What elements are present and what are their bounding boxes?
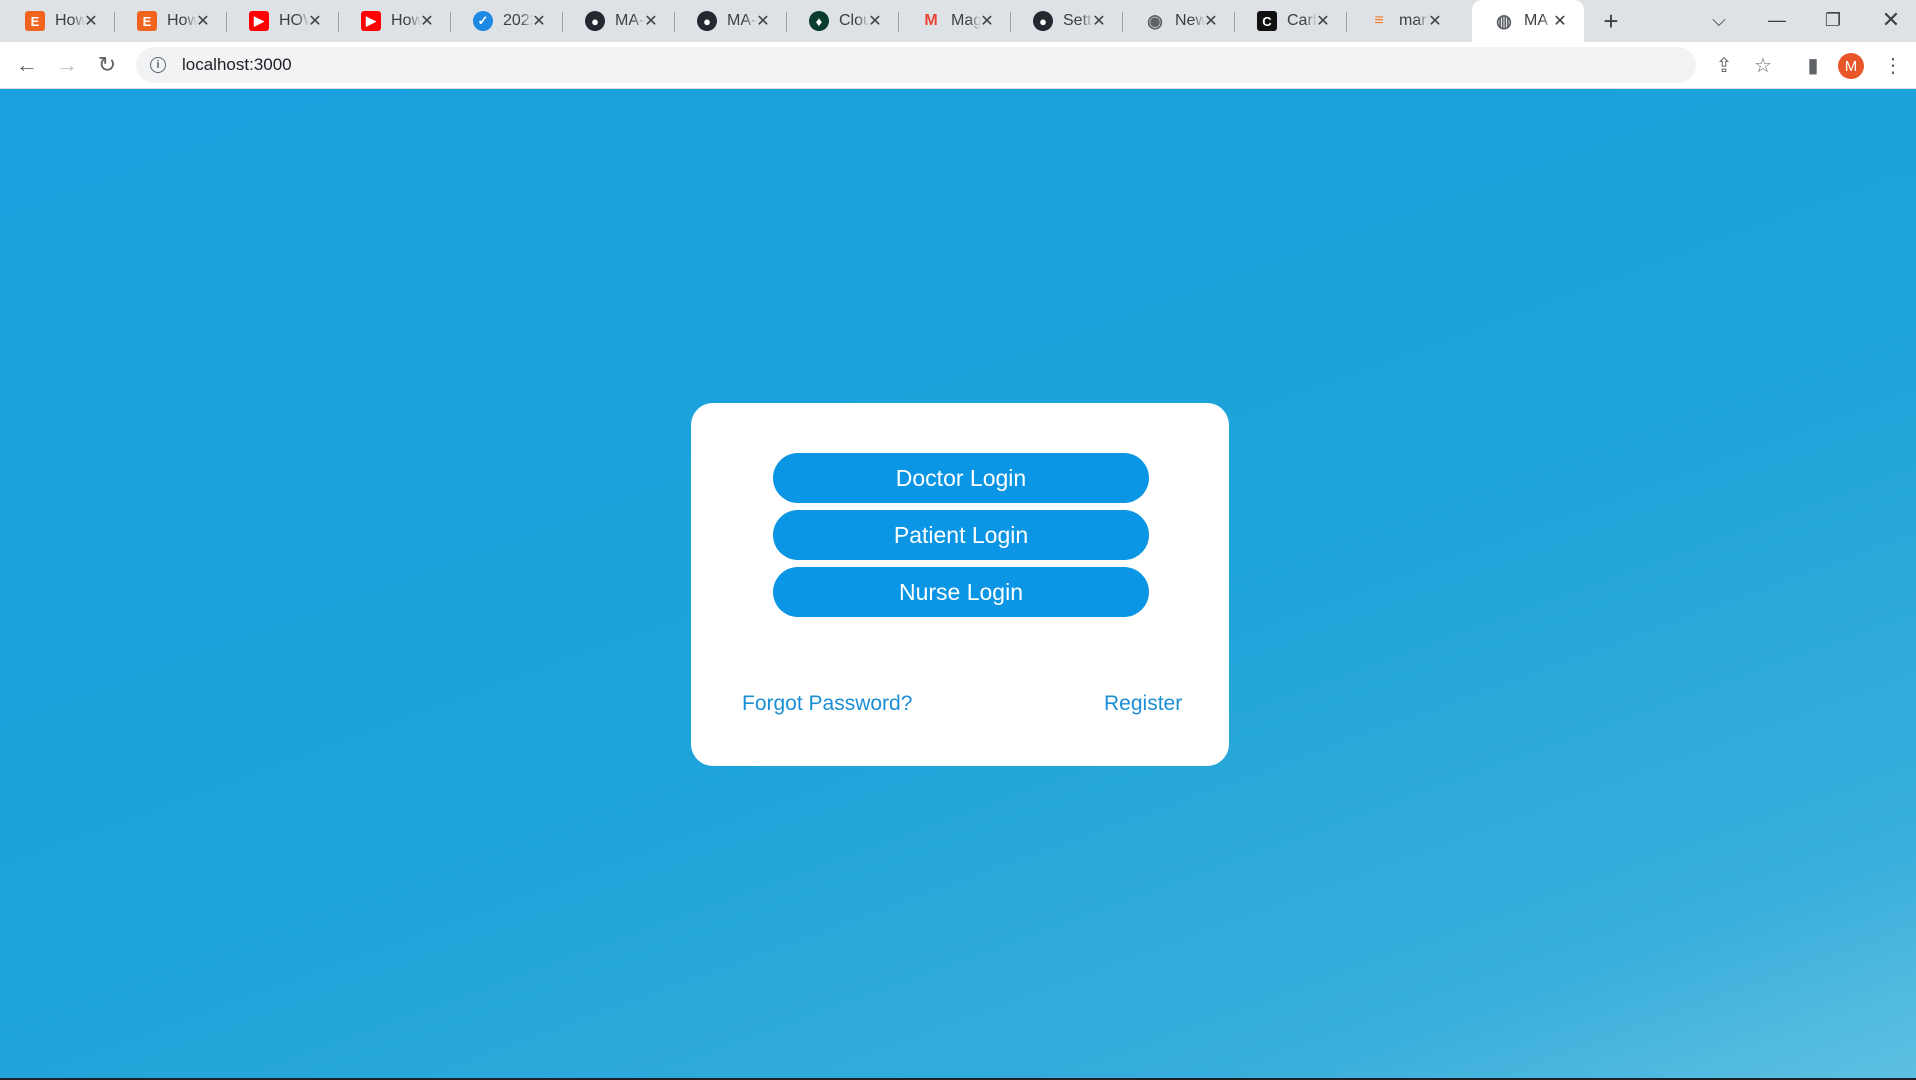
tab-close-icon[interactable]: ✕ bbox=[1313, 11, 1333, 31]
menu-kebab-icon[interactable]: ⋮ bbox=[1878, 50, 1908, 80]
browser-toolbar: ← → ↻ i localhost:3000 ⇪ ☆ ▮ M ⋮ bbox=[0, 42, 1916, 89]
tab-close-icon[interactable]: ✕ bbox=[641, 11, 661, 31]
address-bar[interactable]: i localhost:3000 bbox=[136, 47, 1696, 83]
tab-close-icon[interactable]: ✕ bbox=[1550, 11, 1570, 31]
bookmark-star-icon[interactable]: ☆ bbox=[1748, 50, 1778, 80]
tab-close-icon[interactable]: ✕ bbox=[529, 11, 549, 31]
browser-tab[interactable]: ● MA- ✕ bbox=[563, 0, 675, 42]
address-bar-url[interactable]: localhost:3000 bbox=[182, 55, 292, 75]
browser-tab[interactable]: MMagi✕ bbox=[899, 0, 1011, 42]
new-tab-button[interactable]: + bbox=[1598, 6, 1624, 36]
etsy-icon: E bbox=[25, 11, 45, 31]
restore-icon[interactable]: ❐ bbox=[1808, 0, 1858, 40]
browser-tab[interactable]: ♦ Clou ✕ bbox=[787, 0, 899, 42]
browser-tab[interactable]: ▶HOW✕ bbox=[227, 0, 339, 42]
minimize-icon[interactable]: — bbox=[1752, 0, 1802, 40]
forward-icon[interactable]: → bbox=[52, 50, 82, 80]
tab-close-icon[interactable]: ✕ bbox=[81, 11, 101, 31]
mongodb-leaf-icon: ♦ bbox=[809, 11, 829, 31]
tab-close-icon[interactable]: ✕ bbox=[1425, 11, 1445, 31]
browser-tab[interactable]: ≡mark✕ bbox=[1347, 0, 1459, 42]
etsy-icon: E bbox=[137, 11, 157, 31]
gmail-icon: M bbox=[924, 12, 938, 29]
browser-tab[interactable]: E How ✕ bbox=[3, 0, 115, 42]
site-info-icon[interactable]: i bbox=[150, 57, 166, 73]
close-window-icon[interactable]: ✕ bbox=[1866, 0, 1916, 40]
browser-tab[interactable]: ● MA- ✕ bbox=[675, 0, 787, 42]
register-link[interactable]: Register bbox=[1104, 692, 1182, 716]
browser-tab[interactable]: ✓2022✕ bbox=[451, 0, 563, 42]
back-icon[interactable]: ← bbox=[12, 50, 42, 80]
carbon-icon: C bbox=[1257, 11, 1277, 31]
tab-close-icon[interactable]: ✕ bbox=[753, 11, 773, 31]
github-icon: ● bbox=[1033, 11, 1053, 31]
tab-close-icon[interactable]: ✕ bbox=[977, 11, 997, 31]
check-circle-icon: ✓ bbox=[473, 11, 493, 31]
tab-close-icon[interactable]: ✕ bbox=[1201, 11, 1221, 31]
side-panel-icon[interactable]: ▮ bbox=[1798, 50, 1828, 80]
youtube-icon: ▶ bbox=[361, 11, 381, 31]
tab-strip: EHow✕EHow✕▶HOW✕▶How✕✓2022✕●MA-✕●MA-✕♦Clo… bbox=[0, 0, 1916, 42]
stackoverflow-icon: ≡ bbox=[1374, 12, 1384, 29]
youtube-icon: ▶ bbox=[249, 11, 269, 31]
browser-tab[interactable]: ● Setti ✕ bbox=[1011, 0, 1123, 42]
tab-close-icon[interactable]: ✕ bbox=[193, 11, 213, 31]
tab-close-icon[interactable]: ✕ bbox=[305, 11, 325, 31]
patient-login-button[interactable]: Patient Login bbox=[773, 510, 1149, 560]
nurse-login-button[interactable]: Nurse Login bbox=[773, 567, 1149, 617]
github-icon: ● bbox=[697, 11, 717, 31]
browser-tab[interactable]: E How ✕ bbox=[115, 0, 227, 42]
browser-tab[interactable]: CCarb✕ bbox=[1235, 0, 1347, 42]
login-card: Doctor Login Patient Login Nurse Login F… bbox=[691, 403, 1229, 766]
tab-close-icon[interactable]: ✕ bbox=[1089, 11, 1109, 31]
share-icon[interactable]: ⇪ bbox=[1709, 50, 1739, 80]
chrome-icon: ◉ bbox=[1147, 10, 1163, 31]
doctor-login-button[interactable]: Doctor Login bbox=[773, 453, 1149, 503]
browser-tab[interactable]: ◍ MA - ✕ bbox=[1472, 0, 1584, 42]
tab-close-icon[interactable]: ✕ bbox=[417, 11, 437, 31]
browser-tab[interactable]: ▶ How ✕ bbox=[339, 0, 451, 42]
browser-tab[interactable]: ◉ New ✕ bbox=[1123, 0, 1235, 42]
reload-icon[interactable]: ↻ bbox=[92, 50, 122, 80]
profile-avatar[interactable]: M bbox=[1838, 53, 1864, 79]
github-icon: ● bbox=[585, 11, 605, 31]
forgot-password-link[interactable]: Forgot Password? bbox=[742, 692, 912, 716]
tab-search-chevron-icon[interactable]: ⌵ bbox=[1694, 0, 1744, 40]
globe-icon: ◍ bbox=[1496, 10, 1512, 31]
tab-close-icon[interactable]: ✕ bbox=[865, 11, 885, 31]
